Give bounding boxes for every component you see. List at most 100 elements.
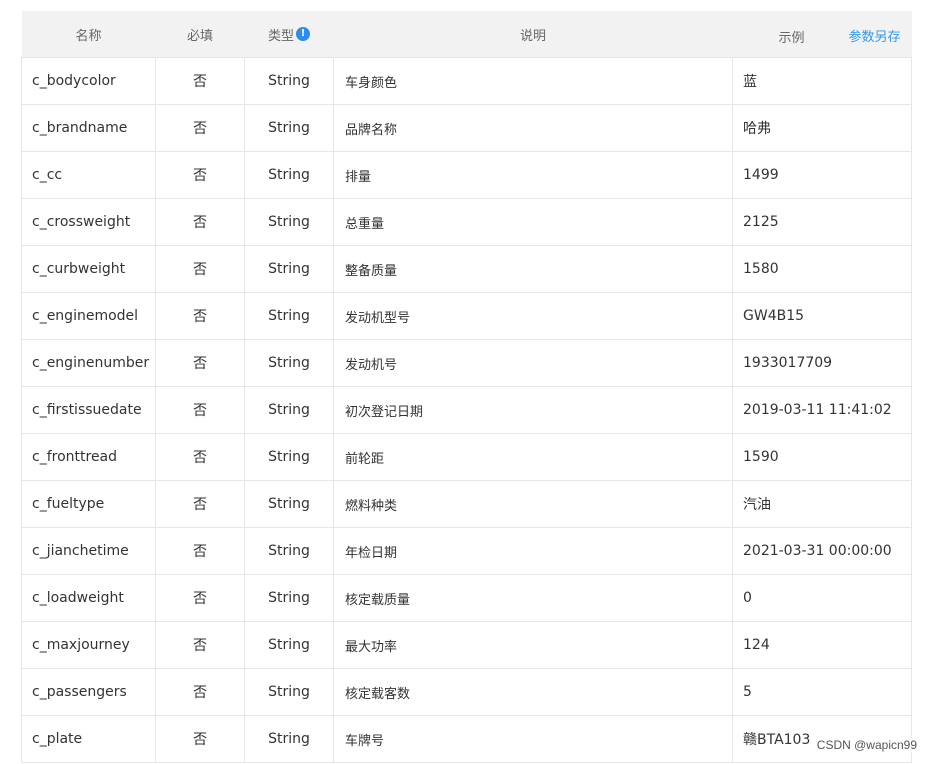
- header-example: 示例 参数另存: [732, 11, 912, 58]
- cell-required: 否: [155, 480, 245, 528]
- cell-name: c_curbweight: [21, 245, 156, 293]
- cell-description: 发动机号: [333, 339, 733, 387]
- cell-example: 1580: [732, 245, 912, 293]
- cell-example: 2019-03-11 11:41:02: [732, 386, 912, 434]
- table-row: c_enginenumber 否 String 发动机号 1933017709: [21, 339, 912, 387]
- header-name: 名称: [21, 11, 156, 58]
- cell-name: c_passengers: [21, 668, 156, 716]
- table-row: c_passengers 否 String 核定载客数 5: [21, 668, 912, 716]
- cell-description: 年检日期: [333, 527, 733, 575]
- cell-type: String: [244, 104, 334, 152]
- header-required: 必填: [155, 11, 245, 58]
- cell-type: String: [244, 574, 334, 622]
- cell-description: 核定载客数: [333, 668, 733, 716]
- cell-name: c_brandname: [21, 104, 156, 152]
- header-description: 说明: [333, 11, 733, 58]
- cell-name: c_enginemodel: [21, 292, 156, 340]
- cell-type: String: [244, 245, 334, 293]
- cell-name: c_maxjourney: [21, 621, 156, 669]
- cell-required: 否: [155, 57, 245, 105]
- cell-required: 否: [155, 574, 245, 622]
- cell-description: 品牌名称: [333, 104, 733, 152]
- header-example-label: 示例: [778, 31, 805, 46]
- cell-description: 初次登记日期: [333, 386, 733, 434]
- page: 名称 必填 类型! 说明 示例 参数另存 c_bodycolor 否 String 车…: [0, 0, 931, 764]
- cell-type: String: [244, 198, 334, 246]
- table-row: c_curbweight 否 String 整备质量 1580: [21, 245, 912, 293]
- header-type: 类型!: [244, 11, 334, 58]
- cell-description: 发动机型号: [333, 292, 733, 340]
- cell-description: 排量: [333, 151, 733, 199]
- cell-type: String: [244, 151, 334, 199]
- cell-required: 否: [155, 198, 245, 246]
- cell-type: String: [244, 339, 334, 387]
- cell-required: 否: [155, 386, 245, 434]
- table-row: c_bodycolor 否 String 车身颜色蓝: [21, 57, 912, 105]
- info-icon[interactable]: !: [296, 26, 310, 41]
- cell-type: String: [244, 527, 334, 575]
- table-row: c_firstissuedate 否 String 初次登记日期 2019-03-11 …: [21, 386, 912, 434]
- cell-type: String: [244, 292, 334, 340]
- cell-name: c_crossweight: [21, 198, 156, 246]
- cell-description: 车身颜色: [333, 57, 733, 105]
- cell-description: 燃料种类: [333, 480, 733, 528]
- table-row: c_plate 否 String 车牌号 赣BTA103: [21, 715, 912, 763]
- table-row: c_fronttread 否 String 前轮距 1590: [21, 433, 912, 481]
- cell-required: 否: [155, 292, 245, 340]
- cell-example: 0: [732, 574, 912, 622]
- params-table: 名称 必填 类型! 说明 示例 参数另存 c_bodycolor 否 String 车…: [21, 11, 912, 763]
- cell-example: 哈弗: [732, 104, 912, 152]
- cell-type: String: [244, 621, 334, 669]
- cell-example: 2125: [732, 198, 912, 246]
- cell-example: 1933017709: [732, 339, 912, 387]
- table-row: c_cc 否 String 排量 1499: [21, 151, 912, 199]
- cell-description: 总重量: [333, 198, 733, 246]
- cell-example: 1499: [732, 151, 912, 199]
- header-row: 名称 必填 类型! 说明 示例 参数另存: [21, 11, 912, 58]
- save-params-link[interactable]: 参数另存: [848, 26, 900, 45]
- cell-name: c_jianchetime: [21, 527, 156, 575]
- cell-type: String: [244, 57, 334, 105]
- table-row: c_brandname 否 String 品牌名称 哈弗: [21, 104, 912, 152]
- cell-type: String: [244, 715, 334, 763]
- cell-required: 否: [155, 245, 245, 293]
- cell-name: c_enginenumber: [21, 339, 156, 387]
- header-type-label: 类型: [267, 28, 294, 44]
- cell-type: String: [244, 386, 334, 434]
- cell-name: c_fueltype: [21, 480, 156, 528]
- cell-required: 否: [155, 621, 245, 669]
- cell-required: 否: [155, 668, 245, 716]
- cell-example: 1590: [732, 433, 912, 481]
- cell-description: 车牌号: [333, 715, 733, 763]
- cell-example: 汽油: [732, 480, 912, 528]
- cell-name: c_firstissuedate: [21, 386, 156, 434]
- cell-description: 核定载质量: [333, 574, 733, 622]
- cell-required: 否: [155, 104, 245, 152]
- cell-required: 否: [155, 433, 245, 481]
- table-row: c_loadweight 否 String 核定载质量 0: [21, 574, 912, 622]
- cell-name: c_bodycolor: [21, 57, 156, 105]
- cell-description: 整备质量: [333, 245, 733, 293]
- table-row: c_fueltype 否 String 燃料种类 汽油: [21, 480, 912, 528]
- cell-description: 前轮距: [333, 433, 733, 481]
- cell-description: 最大功率: [333, 621, 733, 669]
- table-header: 名称 必填 类型! 说明 示例 参数另存: [21, 11, 912, 58]
- table-body: c_bodycolor 否 String 车身颜色蓝 c_brandname 否 Strin…: [21, 57, 912, 763]
- cell-example: 5: [732, 668, 912, 716]
- cell-type: String: [244, 433, 334, 481]
- table-row: c_maxjourney 否 String 最大功率 124: [21, 621, 912, 669]
- cell-example: 蓝: [732, 57, 912, 105]
- cell-required: 否: [155, 339, 245, 387]
- cell-name: c_cc: [21, 151, 156, 199]
- cell-example: 2021-03-31 00:00:00: [732, 527, 912, 575]
- cell-type: String: [244, 668, 334, 716]
- cell-type: String: [244, 480, 334, 528]
- cell-name: c_plate: [21, 715, 156, 763]
- watermark: CSDN @wapicn99: [816, 738, 917, 752]
- cell-required: 否: [155, 527, 245, 575]
- cell-required: 否: [155, 715, 245, 763]
- cell-name: c_loadweight: [21, 574, 156, 622]
- table-row: c_enginemodel 否 String 发动机型号 GW4B15: [21, 292, 912, 340]
- table-row: c_crossweight 否 String 总重量 2125: [21, 198, 912, 246]
- cell-example: GW4B15: [732, 292, 912, 340]
